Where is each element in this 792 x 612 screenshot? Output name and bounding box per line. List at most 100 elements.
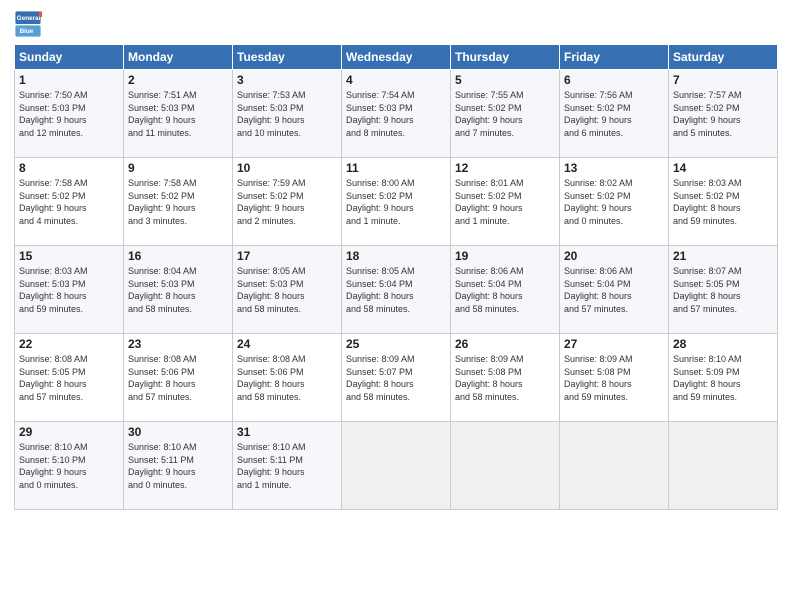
day-number: 14 (673, 161, 773, 175)
day-info: Sunrise: 7:58 AM Sunset: 5:02 PM Dayligh… (128, 177, 228, 227)
calendar-cell: 6 Sunrise: 7:56 AM Sunset: 5:02 PM Daylig… (560, 70, 669, 158)
day-info: Sunrise: 8:10 AM Sunset: 5:09 PM Dayligh… (673, 353, 773, 403)
day-number: 3 (237, 73, 337, 87)
calendar-cell: 31Sunrise: 8:10 AM Sunset: 5:11 PM Dayli… (233, 422, 342, 510)
day-number: 20 (564, 249, 664, 263)
day-number: 29 (19, 425, 119, 439)
main-container: General Blue SundayMondayTuesdayWednesda… (0, 0, 792, 516)
day-info: Sunrise: 8:09 AM Sunset: 5:07 PM Dayligh… (346, 353, 446, 403)
calendar-cell: 2Sunrise: 7:51 AM Sunset: 5:03 PM Daylig… (124, 70, 233, 158)
day-number: 1 (19, 73, 119, 87)
calendar-cell: 17 Sunrise: 8:05 AM Sunset: 5:03 PM Dayli… (233, 246, 342, 334)
calendar-cell: 5 Sunrise: 7:55 AM Sunset: 5:02 PM Daylig… (451, 70, 560, 158)
day-info: Sunrise: 8:08 AM Sunset: 5:05 PM Dayligh… (19, 353, 119, 403)
calendar-cell: 21 Sunrise: 8:07 AM Sunset: 5:05 PM Dayli… (669, 246, 778, 334)
calendar-cell (342, 422, 451, 510)
day-number: 22 (19, 337, 119, 351)
day-info: Sunrise: 8:09 AM Sunset: 5:08 PM Dayligh… (564, 353, 664, 403)
day-number: 18 (346, 249, 446, 263)
day-number: 26 (455, 337, 555, 351)
day-number: 10 (237, 161, 337, 175)
weekday-header-saturday: Saturday (669, 45, 778, 70)
day-number: 12 (455, 161, 555, 175)
day-info: Sunrise: 8:06 AM Sunset: 5:04 PM Dayligh… (564, 265, 664, 315)
calendar-cell: 25 Sunrise: 8:09 AM Sunset: 5:07 PM Dayli… (342, 334, 451, 422)
day-info: Sunrise: 8:08 AM Sunset: 5:06 PM Dayligh… (237, 353, 337, 403)
day-info: Sunrise: 8:08 AM Sunset: 5:06 PM Dayligh… (128, 353, 228, 403)
calendar-cell: 1 Sunrise: 7:50 AM Sunset: 5:03 PM Daylig… (15, 70, 124, 158)
day-number: 4 (346, 73, 446, 87)
calendar-week-4: 22 Sunrise: 8:08 AM Sunset: 5:05 PM Dayli… (15, 334, 778, 422)
day-number: 9 (128, 161, 228, 175)
calendar-cell: 22 Sunrise: 8:08 AM Sunset: 5:05 PM Dayli… (15, 334, 124, 422)
calendar-cell: 12 Sunrise: 8:01 AM Sunset: 5:02 PM Dayli… (451, 158, 560, 246)
day-number: 8 (19, 161, 119, 175)
calendar-cell: 24 Sunrise: 8:08 AM Sunset: 5:06 PM Dayli… (233, 334, 342, 422)
day-info: Sunrise: 8:00 AM Sunset: 5:02 PM Dayligh… (346, 177, 446, 227)
calendar-week-5: 29 Sunrise: 8:10 AM Sunset: 5:10 PM Dayli… (15, 422, 778, 510)
calendar-cell: 27 Sunrise: 8:09 AM Sunset: 5:08 PM Dayli… (560, 334, 669, 422)
weekday-header-monday: Monday (124, 45, 233, 70)
day-number: 25 (346, 337, 446, 351)
day-info: Sunrise: 8:05 AM Sunset: 5:03 PM Dayligh… (237, 265, 337, 315)
day-info: Sunrise: 7:59 AM Sunset: 5:02 PM Dayligh… (237, 177, 337, 227)
day-number: 13 (564, 161, 664, 175)
day-number: 5 (455, 73, 555, 87)
calendar-header-row: SundayMondayTuesdayWednesdayThursdayFrid… (15, 45, 778, 70)
calendar-table: SundayMondayTuesdayWednesdayThursdayFrid… (14, 44, 778, 510)
calendar-cell (451, 422, 560, 510)
day-info: Sunrise: 8:10 AM Sunset: 5:10 PM Dayligh… (19, 441, 119, 491)
day-number: 17 (237, 249, 337, 263)
calendar-cell: 23 Sunrise: 8:08 AM Sunset: 5:06 PM Dayli… (124, 334, 233, 422)
calendar-cell: 18 Sunrise: 8:05 AM Sunset: 5:04 PM Dayli… (342, 246, 451, 334)
calendar-cell (669, 422, 778, 510)
calendar-cell: 15Sunrise: 8:03 AM Sunset: 5:03 PM Dayli… (15, 246, 124, 334)
logo: General Blue (14, 10, 44, 38)
calendar-cell (560, 422, 669, 510)
weekday-header-tuesday: Tuesday (233, 45, 342, 70)
calendar-cell: 20 Sunrise: 8:06 AM Sunset: 5:04 PM Dayli… (560, 246, 669, 334)
day-number: 7 (673, 73, 773, 87)
calendar-cell: 9 Sunrise: 7:58 AM Sunset: 5:02 PM Daylig… (124, 158, 233, 246)
header: General Blue (14, 10, 778, 38)
calendar-cell: 26 Sunrise: 8:09 AM Sunset: 5:08 PM Dayli… (451, 334, 560, 422)
day-info: Sunrise: 8:04 AM Sunset: 5:03 PM Dayligh… (128, 265, 228, 315)
calendar-cell: 10 Sunrise: 7:59 AM Sunset: 5:02 PM Dayli… (233, 158, 342, 246)
svg-text:Blue: Blue (20, 28, 34, 35)
day-info: Sunrise: 7:58 AM Sunset: 5:02 PM Dayligh… (19, 177, 119, 227)
day-number: 27 (564, 337, 664, 351)
day-info: Sunrise: 7:50 AM Sunset: 5:03 PM Dayligh… (19, 89, 119, 139)
day-number: 24 (237, 337, 337, 351)
calendar-cell: 16 Sunrise: 8:04 AM Sunset: 5:03 PM Dayli… (124, 246, 233, 334)
day-info: Sunrise: 7:53 AM Sunset: 5:03 PM Dayligh… (237, 89, 337, 139)
calendar-cell: 7Sunrise: 7:57 AM Sunset: 5:02 PM Daylig… (669, 70, 778, 158)
calendar-cell: 14Sunrise: 8:03 AM Sunset: 5:02 PM Dayli… (669, 158, 778, 246)
day-info: Sunrise: 7:51 AM Sunset: 5:03 PM Dayligh… (128, 89, 228, 139)
day-number: 16 (128, 249, 228, 263)
calendar-week-2: 8 Sunrise: 7:58 AM Sunset: 5:02 PM Daylig… (15, 158, 778, 246)
logo-icon: General Blue (14, 10, 42, 38)
calendar-cell: 4 Sunrise: 7:54 AM Sunset: 5:03 PM Daylig… (342, 70, 451, 158)
day-info: Sunrise: 7:54 AM Sunset: 5:03 PM Dayligh… (346, 89, 446, 139)
day-info: Sunrise: 8:05 AM Sunset: 5:04 PM Dayligh… (346, 265, 446, 315)
calendar-cell: 29 Sunrise: 8:10 AM Sunset: 5:10 PM Dayli… (15, 422, 124, 510)
day-number: 21 (673, 249, 773, 263)
calendar-cell: 28Sunrise: 8:10 AM Sunset: 5:09 PM Dayli… (669, 334, 778, 422)
day-info: Sunrise: 8:02 AM Sunset: 5:02 PM Dayligh… (564, 177, 664, 227)
day-info: Sunrise: 8:01 AM Sunset: 5:02 PM Dayligh… (455, 177, 555, 227)
day-info: Sunrise: 8:10 AM Sunset: 5:11 PM Dayligh… (237, 441, 337, 491)
calendar-week-3: 15Sunrise: 8:03 AM Sunset: 5:03 PM Dayli… (15, 246, 778, 334)
day-info: Sunrise: 7:55 AM Sunset: 5:02 PM Dayligh… (455, 89, 555, 139)
calendar-cell: 8 Sunrise: 7:58 AM Sunset: 5:02 PM Daylig… (15, 158, 124, 246)
calendar-cell: 19Sunrise: 8:06 AM Sunset: 5:04 PM Dayli… (451, 246, 560, 334)
weekday-header-friday: Friday (560, 45, 669, 70)
day-info: Sunrise: 7:56 AM Sunset: 5:02 PM Dayligh… (564, 89, 664, 139)
weekday-header-sunday: Sunday (15, 45, 124, 70)
day-number: 11 (346, 161, 446, 175)
day-number: 23 (128, 337, 228, 351)
day-info: Sunrise: 8:09 AM Sunset: 5:08 PM Dayligh… (455, 353, 555, 403)
day-info: Sunrise: 8:07 AM Sunset: 5:05 PM Dayligh… (673, 265, 773, 315)
day-number: 6 (564, 73, 664, 87)
calendar-cell: 30Sunrise: 8:10 AM Sunset: 5:11 PM Dayli… (124, 422, 233, 510)
weekday-header-wednesday: Wednesday (342, 45, 451, 70)
